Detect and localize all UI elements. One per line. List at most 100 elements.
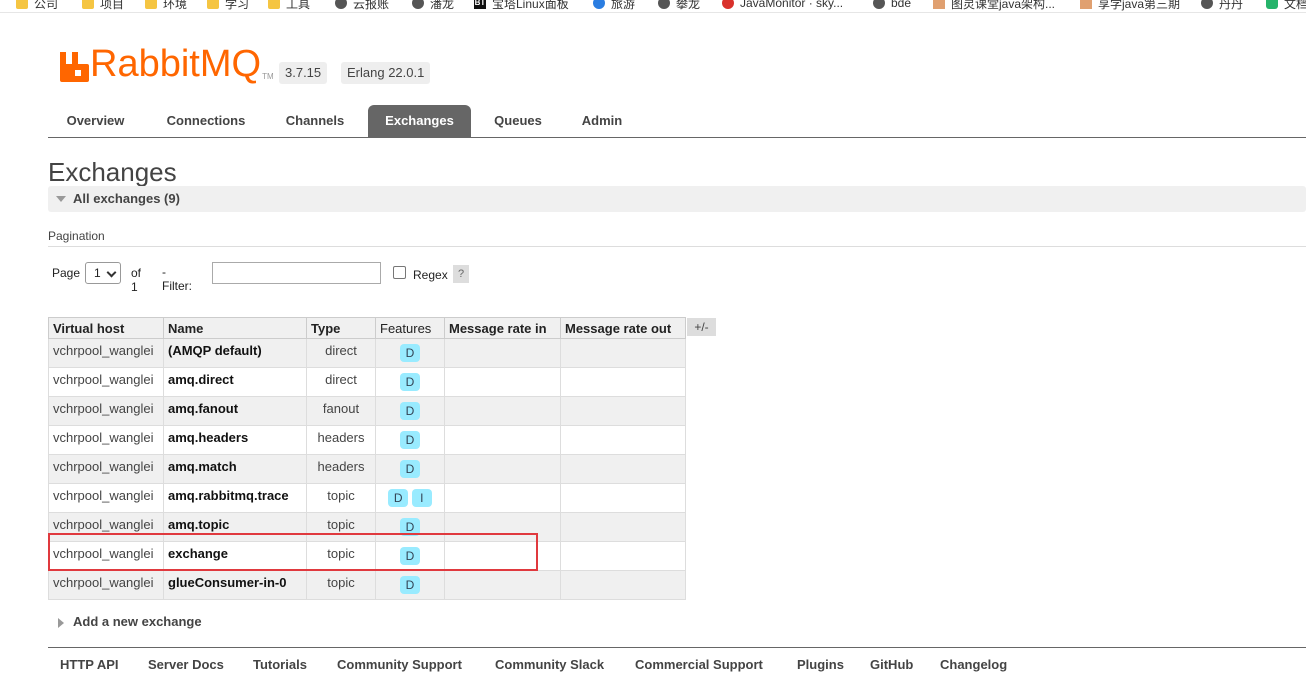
table-row[interactable]: vchrpool_wanglei glueConsumer-in-0 topic… [48,570,686,600]
doc-icon [1266,0,1278,9]
bookmark-item[interactable]: 云报账 [335,0,389,11]
cell-vhost: vchrpool_wanglei [48,541,164,571]
regex-label: Regex [413,268,448,282]
col-message-rate-in[interactable]: Message rate in [444,317,561,339]
cell-features: D [375,425,445,455]
cell-exchange-name-link[interactable]: amq.direct [163,367,307,397]
table-row[interactable]: vchrpool_wanglei amq.direct direct D [48,367,686,397]
col-name[interactable]: Name [163,317,307,339]
tab-admin[interactable]: Admin [572,105,632,137]
col-virtual-host[interactable]: Virtual host [48,317,164,339]
page-select[interactable]: 1 [85,262,121,284]
tab-channels[interactable]: Channels [274,105,356,137]
cell-vhost: vchrpool_wanglei [48,396,164,426]
cell-exchange-name-link[interactable]: glueConsumer-in-0 [163,570,307,600]
regex-checkbox[interactable] [393,266,406,279]
table-row[interactable]: vchrpool_wanglei amq.match headers D [48,454,686,484]
tab-overview[interactable]: Overview [52,105,139,137]
bookmark-item[interactable]: 旅游 [593,0,635,11]
globe-icon [873,0,885,9]
regex-help-button[interactable]: ? [453,265,469,283]
cell-rate-out [560,367,686,397]
tab-exchanges[interactable]: Exchanges [368,105,471,137]
bookmark-item[interactable]: 项目 [82,0,124,11]
column-toggle-button[interactable]: +/- [687,318,716,336]
table-row[interactable]: vchrpool_wanglei (AMQP default) direct D [48,338,686,368]
caret-down-icon [56,196,66,202]
cell-type: direct [306,367,376,397]
filter-input[interactable] [212,262,381,284]
table-row[interactable]: vchrpool_wanglei amq.rabbitmq.trace topi… [48,483,686,513]
bookmark-item[interactable]: 文档 [1266,0,1306,11]
durable-badge: D [400,373,420,391]
rabbitmq-logo[interactable]: RabbitMQ TM [58,44,274,84]
folder-icon [16,0,28,9]
tab-connections[interactable]: Connections [155,105,257,137]
bookmark-item[interactable]: 公司 [16,0,58,11]
bookmark-item[interactable]: BT 宝塔Linux面板 [474,0,569,11]
durable-badge: D [400,344,420,362]
col-message-rate-out[interactable]: Message rate out [560,317,686,339]
cell-rate-out [560,425,686,455]
cell-exchange-name-link[interactable]: amq.topic [163,512,307,542]
cell-rate-out [560,396,686,426]
table-row[interactable]: vchrpool_wanglei amq.fanout fanout D [48,396,686,426]
chevron-down-icon [106,267,117,278]
bookmark-item[interactable]: 环境 [145,0,187,11]
table-row[interactable]: vchrpool_wanglei exchange topic D [48,541,686,571]
bookmark-item[interactable]: JavaMonitor · sky... [722,0,843,11]
cell-exchange-name-link[interactable]: exchange [163,541,307,571]
cell-vhost: vchrpool_wanglei [48,367,164,397]
cell-features: D [375,570,445,600]
cell-exchange-name-link[interactable]: amq.match [163,454,307,484]
cell-rate-in [444,541,561,571]
cell-type: topic [306,512,376,542]
cell-exchange-name-link[interactable]: (AMQP default) [163,338,307,368]
erlang-version-badge: Erlang 22.0.1 [341,62,431,84]
red-logo-icon [722,0,734,9]
col-type[interactable]: Type [306,317,376,339]
folder-icon [207,0,219,9]
cell-exchange-name-link[interactable]: amq.headers [163,425,307,455]
cell-rate-out [560,454,686,484]
bookmark-item[interactable]: 享学java第三期 [1080,0,1180,11]
bookmark-item[interactable]: 丹丹 [1201,0,1243,11]
page-label: Page [52,266,81,280]
cell-exchange-name-link[interactable]: amq.fanout [163,396,307,426]
all-exchanges-section-toggle[interactable]: All exchanges (9) [48,186,1306,212]
globe-icon [412,0,424,9]
cell-rate-in [444,396,561,426]
bookmark-item[interactable]: bde [873,0,911,11]
tab-queues[interactable]: Queues [485,105,551,137]
pagination-heading: Pagination [48,229,105,243]
bookmark-item[interactable]: 潘龙 [412,0,454,11]
table-row[interactable]: vchrpool_wanglei amq.topic topic D [48,512,686,542]
logo-trademark: TM [262,72,274,81]
cell-rate-out [560,512,686,542]
durable-badge: D [388,489,409,507]
cell-features: D I [375,483,445,513]
cell-vhost: vchrpool_wanglei [48,512,164,542]
cell-vhost: vchrpool_wanglei [48,454,164,484]
cell-rate-out [560,541,686,571]
durable-badge: D [400,402,420,420]
table-row[interactable]: vchrpool_wanglei amq.headers headers D [48,425,686,455]
bookmark-item[interactable]: 攀龙 [658,0,700,11]
col-features: Features [375,317,445,339]
durable-badge: D [400,431,420,449]
exchanges-table: Virtual host Name Type Features Message … [48,317,686,600]
globe-icon [335,0,347,9]
cell-features: D [375,454,445,484]
cell-type: headers [306,454,376,484]
cell-exchange-name-link[interactable]: amq.rabbitmq.trace [163,483,307,513]
cell-rate-in [444,338,561,368]
filter-label: - Filter: [162,265,192,293]
bookmark-item[interactable]: 学习 [207,0,249,11]
cell-features: D [375,367,445,397]
cell-rate-in [444,483,561,513]
bookmark-item[interactable]: 图灵课堂java架构... [933,0,1055,11]
page-count: of 1 [131,266,142,294]
cell-type: topic [306,570,376,600]
bookmark-item[interactable]: 工具 [268,0,310,11]
bt-icon: BT [474,0,486,9]
